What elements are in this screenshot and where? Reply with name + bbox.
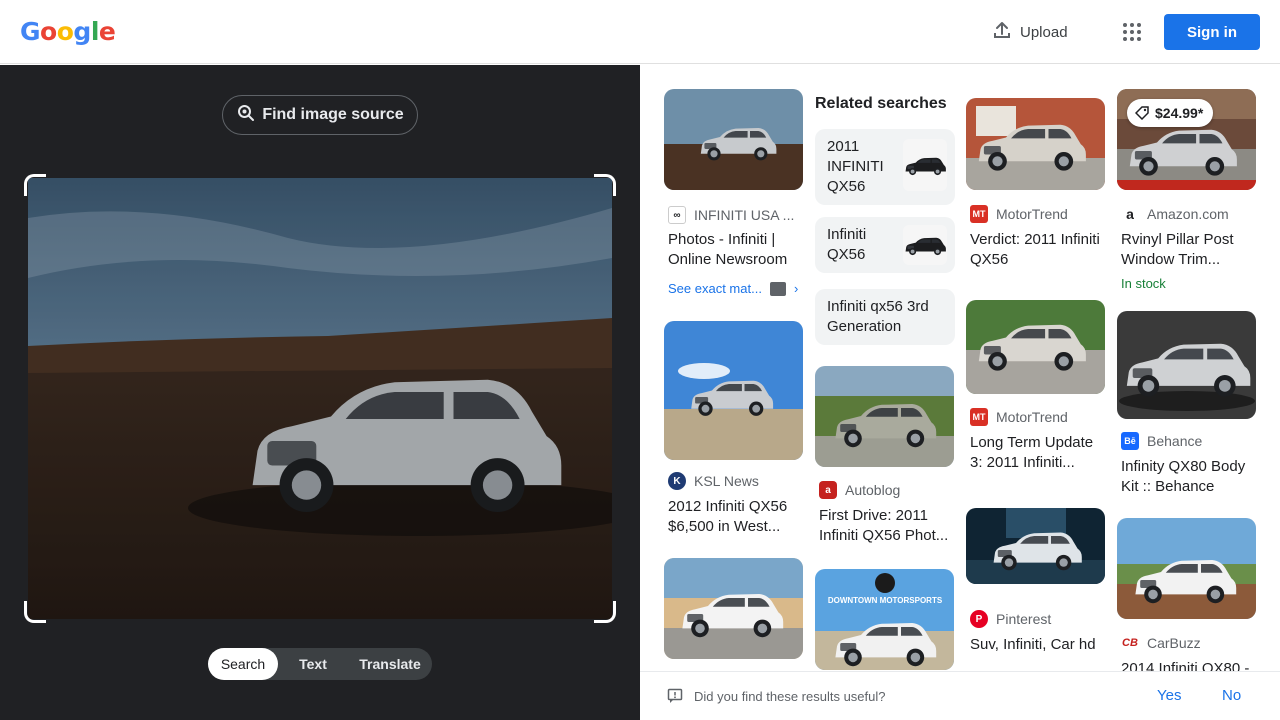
dealer-watermark: DOWNTOWN MOTORSPORTS xyxy=(828,596,943,605)
result-thumbnail[interactable] xyxy=(966,98,1105,190)
price-tag-icon xyxy=(1135,106,1149,120)
result-title[interactable]: Rvinyl Pillar Post Window Trim... xyxy=(1121,230,1257,270)
result-thumbnail[interactable]: DOWNTOWN MOTORSPORTS xyxy=(815,569,954,670)
result-thumbnail[interactable] xyxy=(664,321,803,460)
related-search-chip[interactable]: Infiniti qx56 3rd Generation xyxy=(815,289,955,345)
apps-grid-icon[interactable] xyxy=(1120,20,1144,44)
sign-in-button[interactable]: Sign in xyxy=(1164,14,1260,50)
result-source: MT MotorTrend xyxy=(970,205,1068,223)
related-search-thumb xyxy=(903,225,947,265)
result-source: P Pinterest xyxy=(970,610,1051,628)
tab-search[interactable]: Search xyxy=(208,648,278,680)
result-thumbnail[interactable] xyxy=(1117,518,1256,619)
feedback-yes-button[interactable]: Yes xyxy=(1157,687,1181,704)
motortrend-logo-icon: MT xyxy=(970,408,988,426)
logo-letter: g xyxy=(73,17,91,46)
result-source: MT MotorTrend xyxy=(970,408,1068,426)
related-search-chip[interactable]: 2011 INFINITI QX56 xyxy=(815,129,955,205)
result-title[interactable]: Suv, Infiniti, Car hd xyxy=(970,635,1106,655)
result-source: CB CarBuzz xyxy=(1121,634,1201,652)
logo-letter: e xyxy=(98,17,116,46)
feedback-bar: Did you find these results useful? Yes N… xyxy=(640,671,1280,720)
logo-letter: o xyxy=(56,17,74,46)
logo-letter: G xyxy=(20,17,41,46)
top-bar: Google Upload Sign in xyxy=(0,0,1280,64)
result-thumbnail[interactable] xyxy=(1117,311,1256,419)
visual-matches-pane: ∞ INFINITI USA ... Photos - Infiniti | O… xyxy=(640,65,1280,720)
result-thumbnail[interactable] xyxy=(815,366,954,467)
upload-button[interactable]: Upload xyxy=(992,18,1068,46)
lens-image-pane: Find image source Search Text Translate xyxy=(0,65,640,720)
chevron-right-icon: › xyxy=(793,281,799,296)
result-thumbnail[interactable]: $24.99* xyxy=(1117,89,1256,190)
result-source: a Autoblog xyxy=(819,481,900,499)
motortrend-logo-icon: MT xyxy=(970,205,988,223)
logo-letter: o xyxy=(40,17,57,46)
feedback-no-button[interactable]: No xyxy=(1222,687,1241,704)
result-title[interactable]: Long Term Update 3: 2011 Infiniti... xyxy=(970,433,1106,473)
ksl-logo-icon: K xyxy=(668,472,686,490)
result-source: ∞ INFINITI USA ... xyxy=(668,206,794,224)
find-image-source-label: Find image source xyxy=(262,106,404,123)
price-badge: $24.99* xyxy=(1127,99,1214,127)
stock-status: In stock xyxy=(1121,276,1166,291)
result-source: K KSL News xyxy=(668,472,759,490)
google-logo[interactable]: Google xyxy=(20,17,116,46)
related-search-chip[interactable]: Infiniti QX56 xyxy=(815,217,955,273)
result-thumbnail[interactable] xyxy=(664,558,803,659)
lens-search-icon xyxy=(236,103,256,128)
logo-letter: l xyxy=(90,17,100,46)
result-title[interactable]: Verdict: 2011 Infiniti QX56 xyxy=(970,230,1106,270)
upload-icon xyxy=(992,20,1012,44)
related-search-thumb xyxy=(903,139,947,191)
result-title[interactable]: 2012 Infiniti QX56 $6,500 in West... xyxy=(668,497,804,537)
pinterest-logo-icon: P xyxy=(970,610,988,628)
lens-mode-tabs: Search Text Translate xyxy=(208,648,432,680)
query-photo xyxy=(28,178,612,619)
selected-image-region[interactable] xyxy=(24,174,616,623)
result-source: a Amazon.com xyxy=(1121,205,1229,223)
infiniti-logo-icon: ∞ xyxy=(668,206,686,224)
amazon-logo-icon: a xyxy=(1121,205,1139,223)
behance-logo-icon: Bē xyxy=(1121,432,1139,450)
result-thumbnail[interactable] xyxy=(664,89,803,190)
tab-text[interactable]: Text xyxy=(278,648,348,680)
result-thumbnail[interactable] xyxy=(966,508,1105,584)
result-source: Bē Behance xyxy=(1121,432,1202,450)
autoblog-logo-icon: a xyxy=(819,481,837,499)
result-title[interactable]: First Drive: 2011 Infiniti QX56 Phot... xyxy=(819,506,955,546)
upload-label: Upload xyxy=(1020,23,1068,41)
see-exact-matches-link[interactable]: See exact mat... › xyxy=(668,281,798,296)
result-title[interactable]: Infinity QX80 Body Kit :: Behance xyxy=(1121,457,1257,497)
related-searches-heading: Related searches xyxy=(815,95,947,112)
result-thumbnail[interactable] xyxy=(966,300,1105,394)
result-title[interactable]: Photos - Infiniti | Online Newsroom xyxy=(668,230,804,270)
feedback-icon xyxy=(667,688,683,709)
feedback-question: Did you find these results useful? xyxy=(694,689,886,704)
tab-translate[interactable]: Translate xyxy=(348,648,432,680)
find-image-source-button[interactable]: Find image source xyxy=(222,95,418,135)
exact-match-thumb xyxy=(769,281,786,296)
carbuzz-logo-icon: CB xyxy=(1121,634,1139,652)
